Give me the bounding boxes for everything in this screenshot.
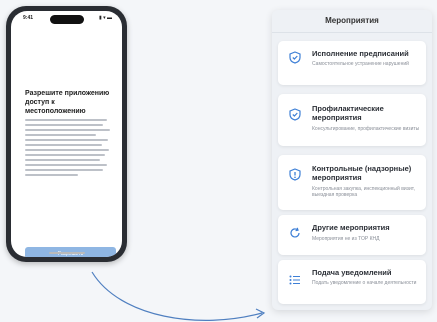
shield-alert-icon (288, 167, 302, 181)
panel-title: Мероприятия (272, 10, 432, 33)
event-card-subtitle: Подать уведомление о начале деятельности (312, 280, 417, 286)
events-panel: Мероприятия Исполнение предписаний Самос… (272, 10, 432, 310)
shield-check-icon (288, 107, 302, 121)
event-card-subtitle: Самостоятельное устранение нарушений (312, 61, 409, 67)
event-card-subtitle: Контрольная закупка, инспекционный визит… (312, 186, 415, 198)
event-card-preventive[interactable]: Профилактические мероприятия Консультиро… (278, 94, 426, 146)
refresh-icon (288, 226, 302, 240)
event-card-prescriptions[interactable]: Исполнение предписаний Самостоятельное у… (278, 41, 426, 85)
event-card-subtitle: Консультирование, профилактические визит… (312, 126, 420, 132)
shield-check-icon (288, 50, 302, 64)
event-card-title: Подача уведомлений (312, 268, 392, 277)
event-card-title: Другие мероприятия (312, 223, 390, 232)
event-card-title: Профилактические мероприятия (312, 104, 384, 122)
event-card-title: Контрольные (надзорные) мероприятия (312, 164, 412, 182)
list-icon (288, 273, 302, 287)
event-card-subtitle: Мероприятия не из ТОР КНД (312, 236, 380, 242)
event-card-control[interactable]: Контрольные (надзорные) мероприятия Конт… (278, 155, 426, 210)
event-card-title: Исполнение предписаний (312, 49, 409, 58)
event-card-notifications[interactable]: Подача уведомлений Подать уведомление о … (278, 260, 426, 304)
event-card-other[interactable]: Другие мероприятия Мероприятия не из ТОР… (278, 215, 426, 255)
